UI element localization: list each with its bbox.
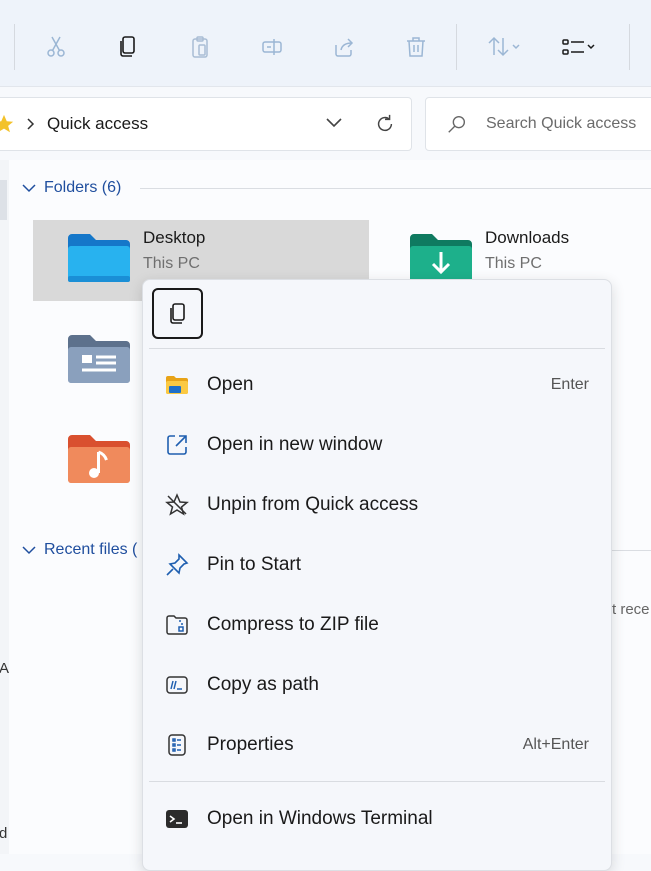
menu-item-pin-to-start[interactable]: Pin to Start <box>151 538 603 592</box>
chevron-down-icon[interactable] <box>325 116 343 130</box>
share-icon <box>335 38 354 57</box>
navigation-pane[interactable] <box>0 160 9 854</box>
copy-button[interactable] <box>111 30 145 64</box>
unpin-icon <box>165 493 189 516</box>
clipboard-icon <box>192 36 208 58</box>
menu-item-label: Open in Windows Terminal <box>207 808 433 829</box>
view-button[interactable] <box>555 30 601 64</box>
empty-recent-text: t rece <box>612 601 650 618</box>
toolbar-divider <box>629 24 630 70</box>
star-icon <box>0 114 14 133</box>
copy-icon <box>120 36 135 57</box>
menu-item-open-windows-terminal[interactable]: Open in Windows Terminal <box>151 792 603 846</box>
copy-quick-action-button[interactable] <box>152 288 203 339</box>
menu-divider <box>149 348 605 349</box>
folder-name: Desktop <box>143 228 206 247</box>
menu-item-unpin-quick-access[interactable]: Unpin from Quick access <box>151 478 603 532</box>
toolbar-divider <box>14 24 15 70</box>
nav-item-label: d <box>0 825 8 842</box>
cut-button[interactable] <box>39 30 73 64</box>
menu-item-open[interactable]: Open Enter <box>151 358 603 412</box>
folder-open-icon <box>166 376 188 394</box>
toolbar-divider <box>456 24 457 70</box>
section-divider <box>140 188 651 189</box>
scissors-icon <box>47 36 65 57</box>
sort-icon <box>488 36 520 57</box>
menu-item-label: Unpin from Quick access <box>207 494 419 515</box>
folder-name: Downloads <box>485 228 570 247</box>
menu-item-shortcut: Enter <box>550 376 589 393</box>
menu-item-label: Open <box>207 374 254 395</box>
documents-folder-icon[interactable] <box>66 333 132 387</box>
trash-icon <box>407 37 425 57</box>
folders-section-header[interactable]: Folders (6) <box>44 179 121 197</box>
copy-path-icon <box>166 676 188 694</box>
menu-item-compress-zip[interactable]: Compress to ZIP file <box>151 598 603 652</box>
recent-files-section-header[interactable]: Recent files ( <box>44 541 137 559</box>
sort-button[interactable] <box>481 30 527 64</box>
chevron-down-icon[interactable] <box>21 181 37 195</box>
chevron-right-icon <box>27 118 35 130</box>
music-folder-icon[interactable] <box>66 433 132 487</box>
properties-icon <box>168 734 186 756</box>
open-new-window-icon <box>167 435 187 455</box>
menu-item-open-new-window[interactable]: Open in new window <box>151 418 603 472</box>
command-bar <box>0 0 651 87</box>
copy-icon <box>169 302 185 324</box>
menu-item-properties[interactable]: Properties Alt+Enter <box>151 718 603 772</box>
refresh-icon[interactable] <box>374 113 396 135</box>
menu-item-shortcut: Alt+Enter <box>522 736 589 753</box>
section-divider <box>610 550 651 551</box>
chevron-down-icon[interactable] <box>21 543 37 557</box>
desktop-folder-icon <box>68 234 130 282</box>
menu-item-label: Properties <box>207 734 294 755</box>
menu-item-label: Pin to Start <box>207 554 301 575</box>
address-bar[interactable]: Quick access <box>0 97 412 151</box>
zip-icon <box>166 615 188 635</box>
share-button[interactable] <box>327 30 361 64</box>
context-menu: Open Enter Open in new window Unpin from… <box>142 279 612 871</box>
menu-item-label: Open in new window <box>207 434 383 455</box>
folder-location: This PC <box>485 255 542 272</box>
search-box[interactable]: Search Quick access <box>425 97 651 151</box>
pin-icon <box>166 553 189 576</box>
menu-item-label: Copy as path <box>207 674 319 695</box>
delete-button[interactable] <box>399 30 433 64</box>
folder-location: This PC <box>143 255 200 272</box>
terminal-icon <box>166 810 188 828</box>
paste-button[interactable] <box>183 30 217 64</box>
menu-item-copy-as-path[interactable]: Copy as path <box>151 658 603 712</box>
menu-item-label: Compress to ZIP file <box>207 614 379 635</box>
search-icon <box>448 115 466 133</box>
rename-icon <box>262 39 282 55</box>
menu-divider <box>149 781 605 782</box>
nav-selection <box>0 180 7 220</box>
address-location: Quick access <box>47 114 149 133</box>
search-input[interactable]: Search Quick access <box>486 115 636 133</box>
view-layout-icon <box>562 39 595 55</box>
rename-button[interactable] <box>255 30 289 64</box>
downloads-folder-icon <box>410 234 472 282</box>
nav-item-label: A <box>0 660 10 677</box>
